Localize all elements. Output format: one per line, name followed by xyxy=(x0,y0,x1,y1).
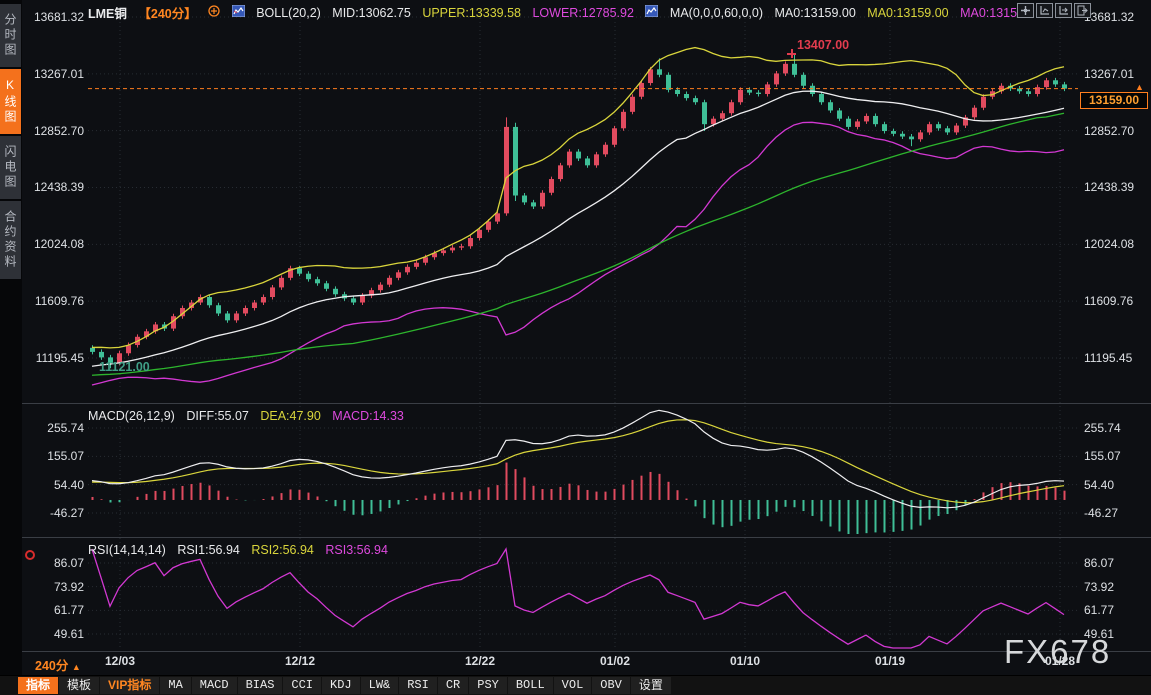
ma0-yellow-value: MA0:13159.00 xyxy=(867,5,949,20)
toolbar-button-BOLL[interactable]: BOLL xyxy=(507,677,553,694)
rsi-axis-label-left: 61.77 xyxy=(53,603,84,618)
chart-window-controls xyxy=(1017,3,1091,18)
ma0-white-value: MA0:13159.00 xyxy=(774,5,856,20)
rsi-label: RSI(14,14,14) xyxy=(88,542,166,557)
sidebar: 分时图 K线图 闪电图 合约资料 xyxy=(0,0,22,695)
date-label: 12/12 xyxy=(284,654,316,668)
rsi-axis-label-right: 73.92 xyxy=(1084,579,1115,594)
price-axis-label-right: 11609.76 xyxy=(1084,294,1134,309)
sidebar-tab-kline-chart[interactable]: K线图 xyxy=(0,69,21,134)
toolbar-button-BIAS[interactable]: BIAS xyxy=(237,677,283,694)
sidebar-tab-timeshare-chart[interactable]: 分时图 xyxy=(0,4,21,67)
price-axis-label-right: 12438.39 xyxy=(1084,180,1135,195)
circle-plus-icon[interactable] xyxy=(208,5,220,20)
toolbar-button-CCI[interactable]: CCI xyxy=(283,677,322,694)
rsi-axis-label-left: 49.61 xyxy=(53,627,84,641)
price-axis-label-left: 13267.01 xyxy=(33,66,84,81)
interval-text: 240分 xyxy=(35,659,69,673)
watermark: FX678 xyxy=(1004,633,1112,670)
boll-mid-value: MID:13062.75 xyxy=(332,5,411,20)
macd-axis-label-left: 54.40 xyxy=(53,477,84,492)
price-axis-label-right: 13267.01 xyxy=(1084,66,1135,81)
rsi2-value: RSI2:56.94 xyxy=(251,542,314,557)
pane-divider xyxy=(22,537,1151,538)
rsi-axis-label-left: 73.92 xyxy=(53,579,84,594)
low-price-annotation: 11121.00 xyxy=(99,360,150,374)
indicator-toolbar: 指标 模板 VIP指标 MA MACD BIAS CCI KDJ LW& RSI CR PSY BOLL… xyxy=(0,675,1151,695)
toolbar-button-KDJ[interactable]: KDJ xyxy=(322,677,360,694)
symbol-label: LME铜 xyxy=(88,7,127,21)
rsi1-value: RSI1:56.94 xyxy=(177,542,240,557)
price-axis-label-left: 11609.76 xyxy=(34,294,84,309)
interval-up-arrow-icon: ▲ xyxy=(71,662,81,672)
price-axis-label-left: 13681.32 xyxy=(33,10,84,24)
interval-label: 【240分】 xyxy=(138,7,197,21)
macd-axis-label-right: 255.74 xyxy=(1084,421,1121,435)
last-price-badge: 13159.00 xyxy=(1080,92,1148,109)
move-icon[interactable] xyxy=(1017,3,1034,18)
high-price-annotation: 13407.00 xyxy=(797,38,850,52)
pane-divider xyxy=(22,403,1151,404)
bottom-interval-label[interactable]: 240分 ▲ xyxy=(35,655,81,674)
rsi-axis-label-right: 61.77 xyxy=(1084,603,1115,618)
rsi-axis-label-right: 86.07 xyxy=(1084,556,1115,570)
date-label: 01/19 xyxy=(874,654,906,668)
macd-axis-label-right: -46.27 xyxy=(1084,506,1119,520)
toolbar-button-LW&[interactable]: LW& xyxy=(360,677,399,694)
price-axis-label-right: 12852.70 xyxy=(1084,123,1135,138)
axis-zoom-in-icon[interactable] xyxy=(1036,3,1053,18)
toolbar-button-模板[interactable]: 模板 xyxy=(59,677,100,694)
price-axis-label-left: 12438.39 xyxy=(33,180,84,195)
boll-lower-value: LOWER:12785.92 xyxy=(532,5,634,20)
macd-axis-label-left: 255.74 xyxy=(47,421,84,435)
price-axis-label-left: 12852.70 xyxy=(33,123,84,138)
macd-axis-label-left: -46.27 xyxy=(49,506,84,520)
axis-zoom-out-icon[interactable] xyxy=(1055,3,1072,18)
main-legend: LME铜 【240分】 BOLL(20,2) MID:13062.75 UPPE… xyxy=(88,3,1042,22)
high-marker-cross-icon xyxy=(787,49,796,58)
toolbar-button-指标[interactable]: 指标 xyxy=(18,677,59,694)
macd-diff-value: DIFF:55.07 xyxy=(186,408,249,423)
toolbar-button-VOL[interactable]: VOL xyxy=(553,677,592,694)
rsi-axis-label-left: 86.07 xyxy=(53,556,84,570)
trading-app-window: 分时图 K线图 闪电图 合约资料 LME铜 【240分】 BOLL(20,2) … xyxy=(0,0,1151,695)
date-label: 12/03 xyxy=(104,654,136,668)
macd-legend: MACD(26,12,9) DIFF:55.07 DEA:47.90 MACD:… xyxy=(88,408,412,423)
rsi3-value: RSI3:56.94 xyxy=(325,542,388,557)
macd-value: MACD:14.33 xyxy=(332,408,404,423)
date-label: 01/10 xyxy=(729,654,761,668)
boll-upper-value: UPPER:13339.58 xyxy=(422,5,521,20)
ma-label: MA(0,0,0,60,0,0) xyxy=(669,5,764,20)
toolbar-button-RSI[interactable]: RSI xyxy=(399,677,437,694)
pane-divider xyxy=(22,651,1151,652)
sidebar-tab-contract-info[interactable]: 合约资料 xyxy=(0,201,21,279)
macd-dea-value: DEA:47.90 xyxy=(260,408,321,423)
price-axis-label-left: 12024.08 xyxy=(33,237,84,252)
price-axis-label-right: 11195.45 xyxy=(1084,351,1133,365)
toolbar-button-OBV[interactable]: OBV xyxy=(592,677,630,694)
date-label: 12/22 xyxy=(464,654,496,668)
macd-axis-label-right: 155.07 xyxy=(1084,449,1121,464)
toolbar-button-MA[interactable]: MA xyxy=(160,677,191,694)
date-label: 01/02 xyxy=(599,654,631,668)
macd-axis-label-right: 54.40 xyxy=(1084,477,1115,492)
toolbar-button-CR[interactable]: CR xyxy=(437,677,469,694)
chart-icon xyxy=(231,4,246,20)
price-axis-label-right: 12024.08 xyxy=(1084,237,1135,252)
rsi-legend: RSI(14,14,14) RSI1:56.94 RSI2:56.94 RSI3… xyxy=(88,542,396,557)
boll-label: BOLL(20,2) xyxy=(256,5,321,20)
toolbar-button-MACD[interactable]: MACD xyxy=(191,677,237,694)
toolbar-button-VIP指标[interactable]: VIP指标 xyxy=(100,677,160,694)
sidebar-tab-lightning-chart[interactable]: 闪电图 xyxy=(0,136,21,199)
price-axis-label-left: 11195.45 xyxy=(35,351,84,365)
macd-axis-label-left: 155.07 xyxy=(47,449,84,464)
chart-icon xyxy=(644,4,659,20)
chart-canvas[interactable] xyxy=(0,0,1151,695)
price-axis-label-right: 13681.32 xyxy=(1084,10,1135,24)
macd-label: MACD(26,12,9) xyxy=(88,408,175,423)
toolbar-button-PSY[interactable]: PSY xyxy=(469,677,507,694)
popout-icon[interactable] xyxy=(1074,3,1091,18)
price-up-arrow-icon: ▲ xyxy=(1135,82,1144,92)
toolbar-button-设置[interactable]: 设置 xyxy=(630,677,671,694)
